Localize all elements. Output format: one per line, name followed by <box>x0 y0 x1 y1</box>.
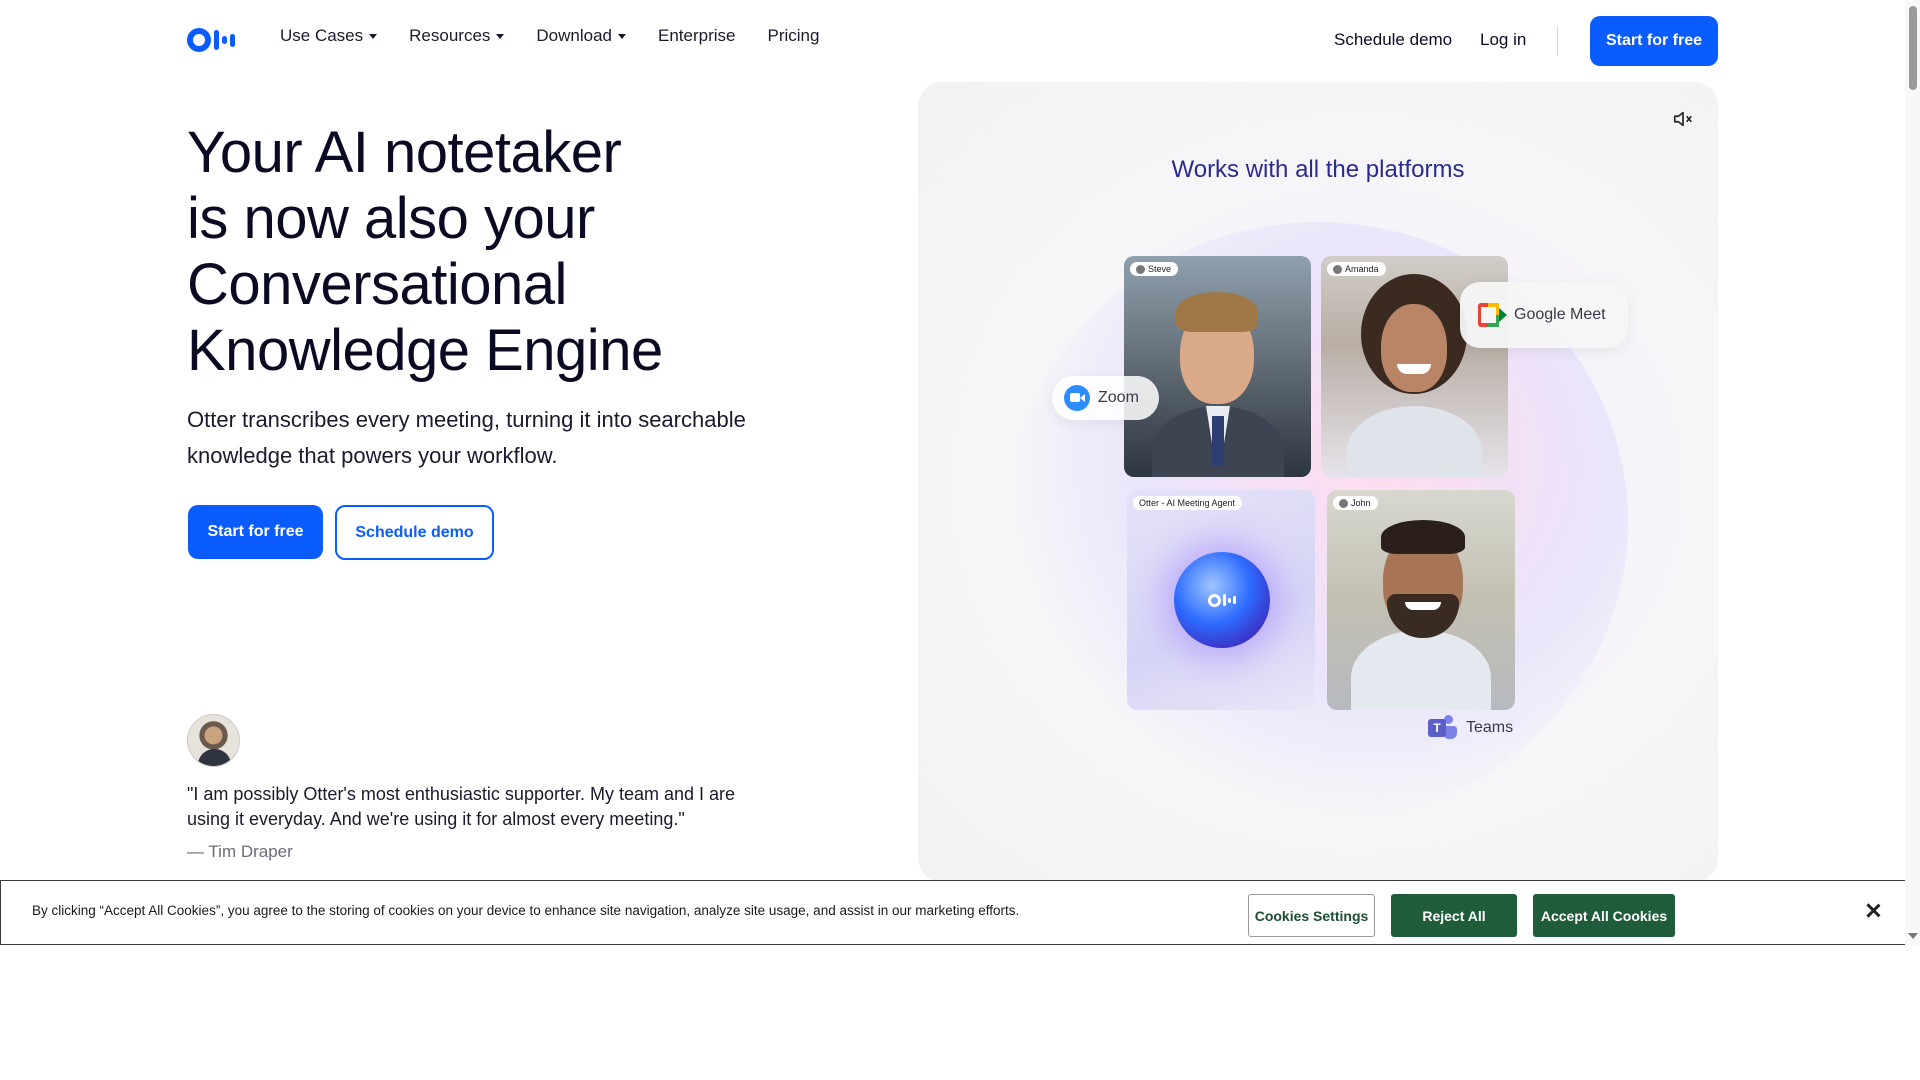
nav-start-free-button[interactable]: Start for free <box>1590 16 1718 66</box>
panel-title: Works with all the platforms <box>1171 156 1465 183</box>
testimonial-author: — Tim Draper <box>187 842 293 861</box>
zoom-icon <box>1064 385 1090 411</box>
cookie-banner-text: By clicking “Accept All Cookies”, you ag… <box>32 903 1020 918</box>
caret-down-icon <box>618 33 627 39</box>
otter-agent-orb <box>1174 552 1270 648</box>
hero-title-line: Conversational <box>187 252 567 317</box>
participant-tile-john: John <box>1327 490 1515 710</box>
zoom-chip: Zoom <box>1052 376 1159 420</box>
hero-subtitle: Otter transcribes every meeting, turning… <box>187 407 746 468</box>
reject-all-cookies-button[interactable]: Reject All <box>1391 894 1517 937</box>
participant-label: John <box>1333 496 1378 510</box>
main-menu: Use Cases Resources Download Enterprise … <box>280 26 819 46</box>
testimonial-avatar <box>187 714 240 767</box>
nav-resources[interactable]: Resources <box>409 26 505 46</box>
participant-tile-steve: Steve <box>1124 256 1311 477</box>
nav-schedule-demo-link[interactable]: Schedule demo <box>1334 30 1452 50</box>
top-navigation: Use Cases Resources Download Enterprise … <box>0 0 1905 80</box>
otter-logo-icon[interactable] <box>187 28 247 52</box>
scrollbar-thumb[interactable] <box>1909 6 1917 90</box>
hero-schedule-demo-button[interactable]: Schedule demo <box>335 505 494 560</box>
caret-down-icon <box>369 33 378 39</box>
testimonial-quote: "I am possibly Otter's most enthusiastic… <box>187 784 736 829</box>
hero-title-line: Knowledge Engine <box>187 318 663 383</box>
hero-title-line: is now also your <box>187 186 595 251</box>
participant-label: Amanda <box>1327 262 1386 276</box>
google-meet-icon <box>1478 303 1507 327</box>
scroll-down-arrow-icon[interactable] <box>1908 933 1918 939</box>
accept-all-cookies-button[interactable]: Accept All Cookies <box>1533 894 1675 937</box>
hero-title-line: Your AI notetaker <box>187 120 622 185</box>
platforms-video-panel[interactable]: Works with all the platforms Steve Amand… <box>918 82 1718 882</box>
nav-divider <box>1557 26 1558 56</box>
muted-speaker-icon[interactable] <box>1672 108 1694 130</box>
page-scrollbar[interactable] <box>1905 0 1920 945</box>
caret-down-icon <box>496 33 505 39</box>
nav-use-cases[interactable]: Use Cases <box>280 26 378 46</box>
nav-pricing[interactable]: Pricing <box>768 26 820 46</box>
google-meet-chip: Google Meet <box>1460 282 1628 348</box>
hero-title: Your AI notetaker is now also your Conve… <box>187 120 807 384</box>
nav-login-link[interactable]: Log in <box>1480 30 1526 50</box>
hero-start-free-button[interactable]: Start for free <box>188 505 323 559</box>
nav-enterprise[interactable]: Enterprise <box>658 26 735 46</box>
teams-chip: T Teams <box>1422 712 1519 744</box>
participant-tile-otter-agent: Otter - AI Meeting Agent <box>1127 490 1315 710</box>
nav-download[interactable]: Download <box>536 26 627 46</box>
cookie-consent-banner: By clicking “Accept All Cookies”, you ag… <box>0 880 1906 945</box>
cookies-settings-button[interactable]: Cookies Settings <box>1248 894 1375 937</box>
participant-label: Steve <box>1130 262 1179 276</box>
microsoft-teams-icon: T <box>1428 715 1458 741</box>
participant-label: Otter - AI Meeting Agent <box>1133 496 1243 510</box>
close-icon[interactable] <box>1863 901 1883 921</box>
